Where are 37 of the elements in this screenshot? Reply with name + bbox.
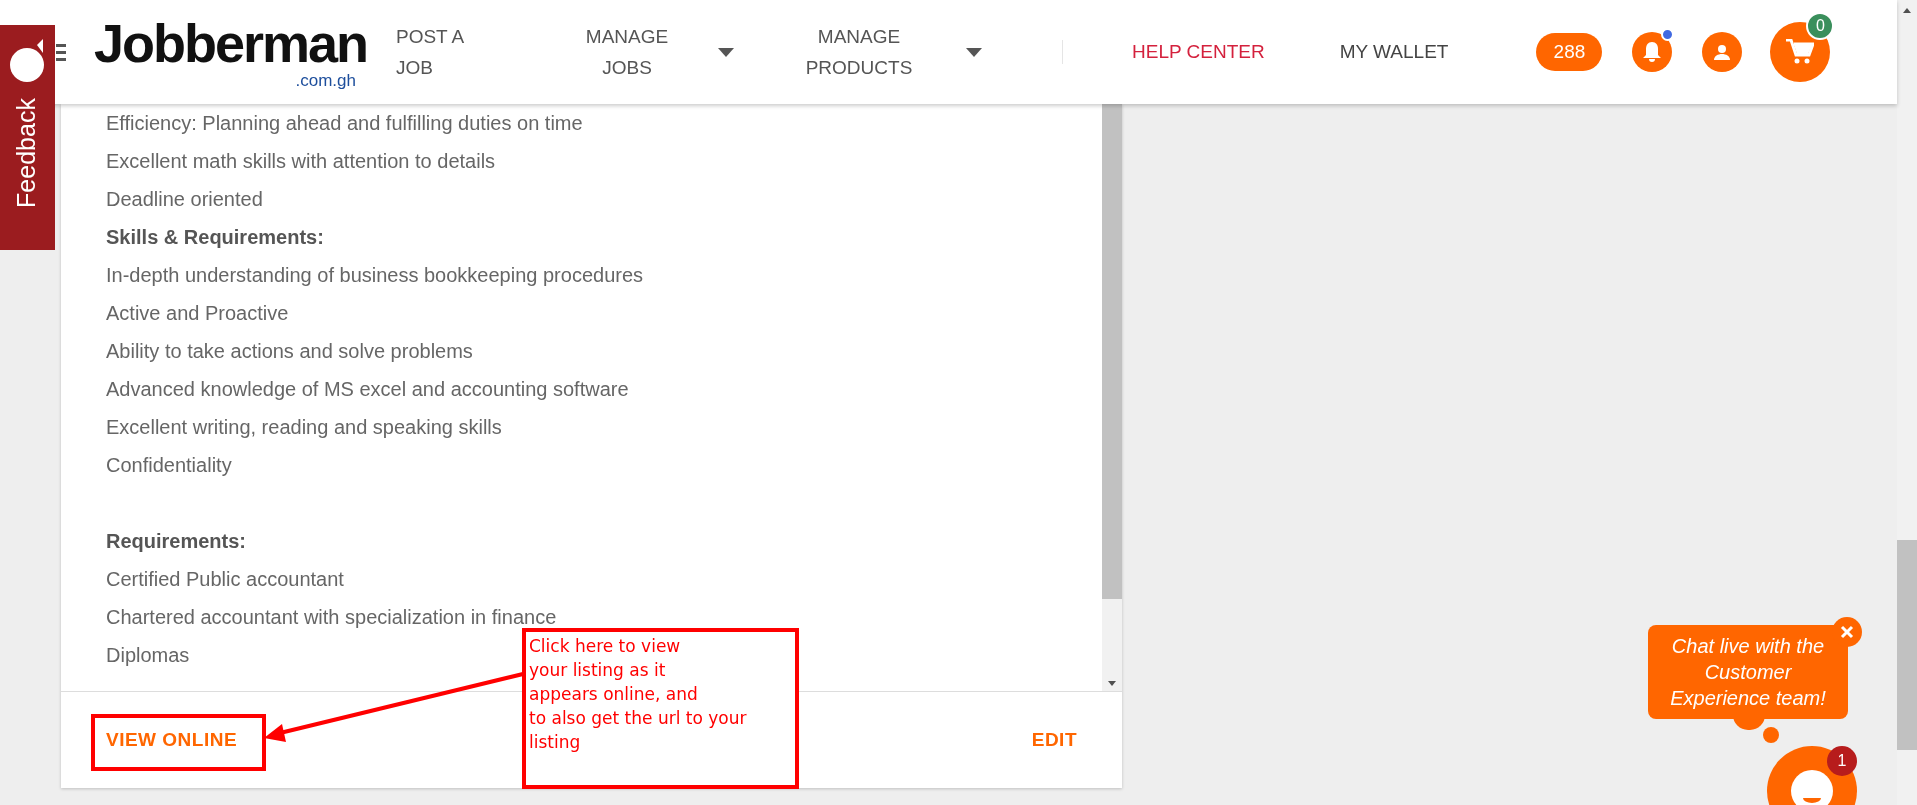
user-icon [1714, 44, 1731, 60]
bell-icon [1642, 41, 1663, 63]
annotation-note: Click here to view your listing as it appears online, and to also get the url to your listing [522, 628, 799, 789]
requirement-text: Deadline oriented [106, 187, 263, 212]
requirement-text: Diplomas [106, 643, 190, 668]
caret-icon[interactable] [966, 47, 982, 57]
menu-icon[interactable] [56, 42, 66, 62]
requirement-text: Efficiency: Planning ahead and fulfilling duties on time [106, 111, 583, 136]
header-link[interactable]: HELP CENTER [1132, 37, 1265, 67]
requirement-text: Certified Public accountant [106, 567, 344, 592]
nav-menu-item[interactable]: MANAGE JOBS [572, 21, 682, 83]
requirement-text: Excellent math skills with attention to details [106, 149, 496, 174]
chat-count-badge: 1 [1827, 746, 1857, 776]
header-link[interactable]: MY WALLET [1339, 37, 1449, 67]
requirement-text: In-depth understanding of business bookkeeping procedures [106, 263, 644, 288]
cart-count-badge: 0 [1806, 12, 1835, 40]
requirement-text: Chartered accountant with specialization in finance [106, 605, 557, 630]
logo[interactable]: Jobberman .com.gh [94, 12, 366, 92]
notifications-button[interactable] [1632, 32, 1673, 72]
chat-launcher-button[interactable]: 1 [1767, 746, 1857, 805]
cart-icon [1786, 39, 1815, 65]
close-icon [1840, 625, 1854, 639]
section-heading: Requirements: [106, 529, 247, 554]
section-heading: Skills & Requirements: [106, 225, 324, 250]
requirement-text: Excellent writing, reading and speaking skills [106, 415, 502, 440]
feedback-label: Feedback [11, 98, 42, 208]
caret-icon[interactable] [718, 47, 734, 57]
nav-menu-item[interactable]: MANAGE PRODUCTS [784, 21, 934, 83]
requirement-text: Confidentiality [106, 453, 232, 478]
requirement-text: Ability to take actions and solve problems [106, 339, 473, 364]
nav-menu-item[interactable]: POST A JOB [396, 21, 476, 83]
speech-bubble-icon [8, 39, 47, 83]
account-button[interactable] [1702, 32, 1743, 72]
feedback-tab[interactable]: Feedback [0, 25, 55, 250]
scrollbar[interactable] [1102, 104, 1122, 691]
requirement-text: Advanced knowledge of MS excel and accounting software [106, 377, 629, 402]
requirement-text: Active and Proactive [106, 301, 289, 326]
